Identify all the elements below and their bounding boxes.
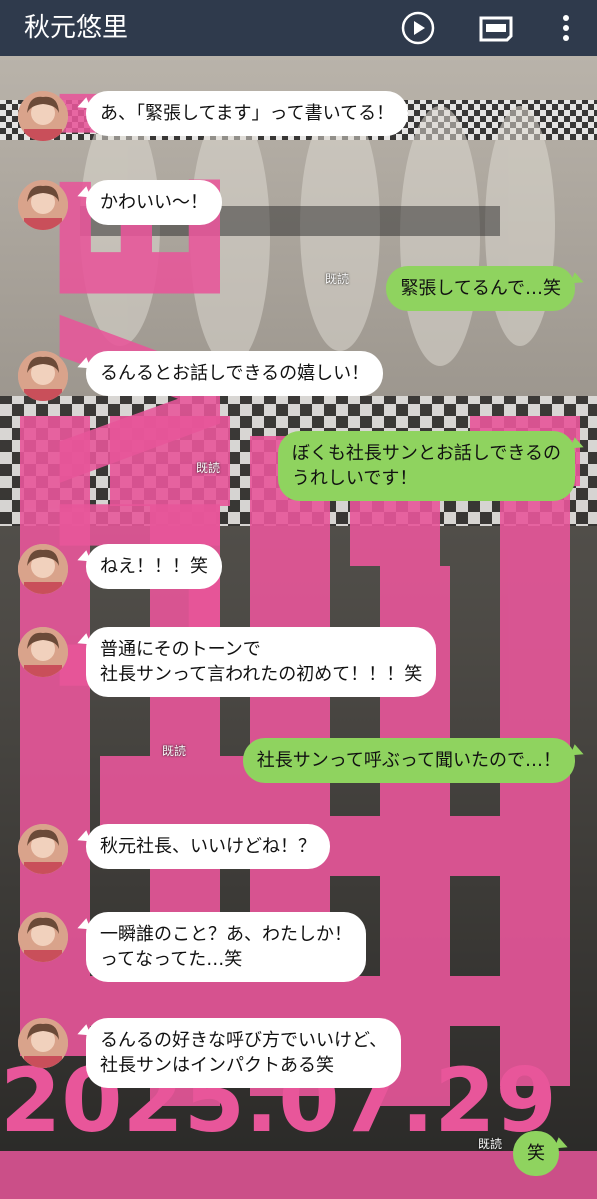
read-receipt: 既読 <box>196 461 221 475</box>
chat-title: 秋元悠里 <box>24 13 129 43</box>
chat-screen: 秋元悠里 2025.07.29 あ、「緊張してます」って書いてる！ かわいい〜！… <box>0 0 597 1199</box>
message-list[interactable]: あ、「緊張してます」って書いてる！ かわいい〜！ 緊張してるんで…笑 既読 るんるとお話… <box>0 56 597 1199</box>
more-vertical-icon[interactable] <box>548 10 584 46</box>
contact-avatar[interactable] <box>18 824 68 874</box>
incoming-message[interactable]: 秋元社長、いいけどね！？ <box>86 824 330 869</box>
incoming-message[interactable]: 普通にそのトーンで 社長サンって言われたの初めて！！！笑 <box>86 627 437 697</box>
contact-avatar[interactable] <box>18 912 68 962</box>
incoming-message[interactable]: あ、「緊張してます」って書いてる！ <box>86 91 409 136</box>
outgoing-message[interactable]: 社長サンって呼ぶって聞いたので…！ <box>242 738 575 783</box>
contact-avatar[interactable] <box>18 1018 68 1068</box>
incoming-message[interactable]: ねえ！！！笑 <box>86 544 222 589</box>
read-receipt: 既読 <box>325 272 350 286</box>
contact-avatar[interactable] <box>18 91 68 141</box>
read-receipt: 既読 <box>162 744 187 758</box>
contact-avatar[interactable] <box>18 180 68 230</box>
contact-avatar[interactable] <box>18 627 68 677</box>
outgoing-message[interactable]: 笑 <box>513 1131 559 1176</box>
outgoing-message[interactable]: ぼくも社長サンとお話しできるの うれしいです！ <box>277 431 575 501</box>
keep-memo-icon[interactable] <box>478 10 514 46</box>
incoming-message[interactable]: 一瞬誰のこと？あ、わたしか！ ってなってた…笑 <box>86 912 366 982</box>
read-receipt: 既読 <box>478 1137 503 1151</box>
outgoing-message[interactable]: 緊張してるんで…笑 <box>386 266 575 311</box>
incoming-message[interactable]: るんるとお話しできるの嬉しい！ <box>86 351 384 396</box>
incoming-message[interactable]: るんるの好きな呼び方でいいけど、 社長サンはインパクトある笑 <box>86 1018 402 1088</box>
contact-avatar[interactable] <box>18 351 68 401</box>
contact-avatar[interactable] <box>18 544 68 594</box>
chat-header: 秋元悠里 <box>0 0 597 56</box>
play-circle-icon[interactable] <box>400 10 436 46</box>
incoming-message[interactable]: かわいい〜！ <box>86 180 222 225</box>
